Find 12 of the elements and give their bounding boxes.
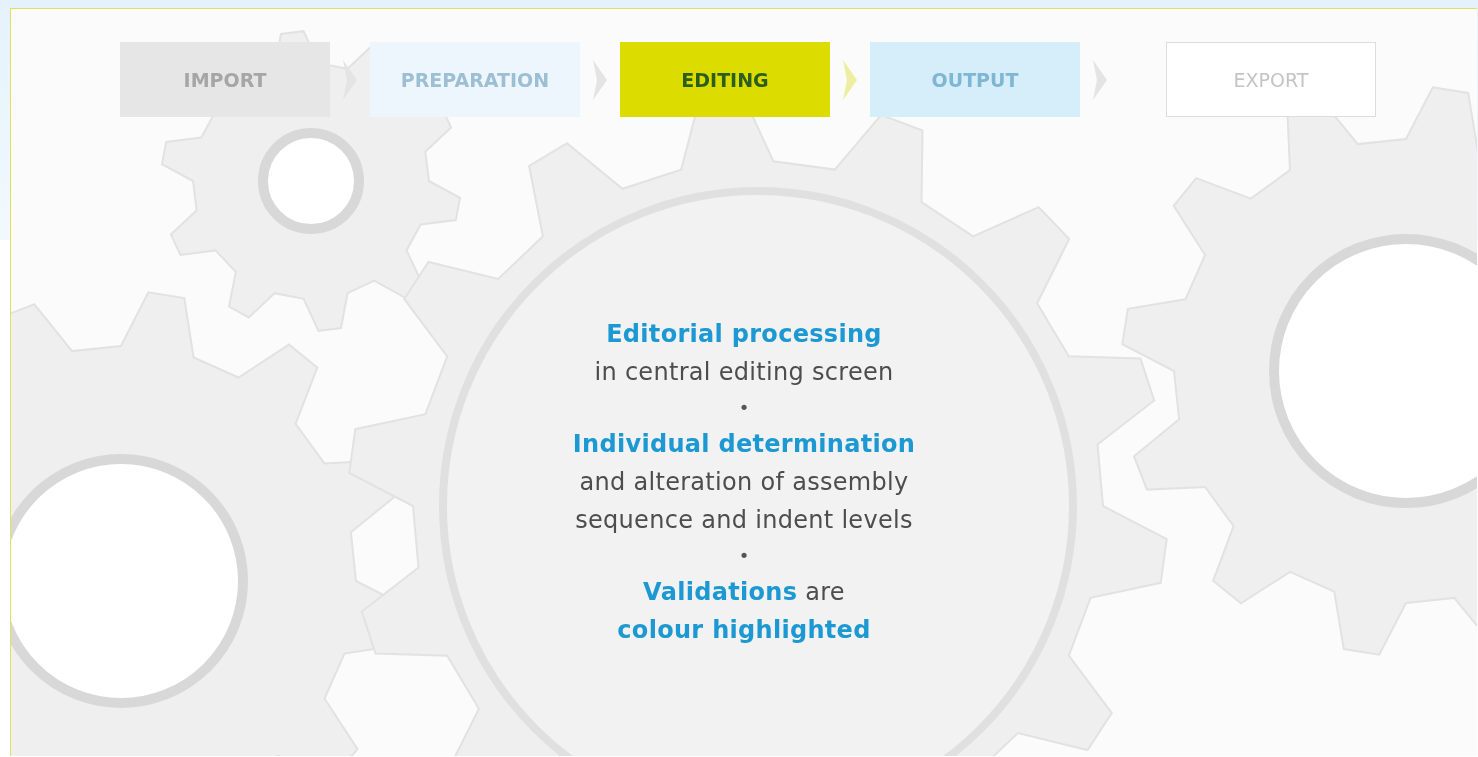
chevron-icon: [343, 59, 357, 100]
step-tab[interactable]: EXPORT: [1166, 42, 1376, 117]
description-text: Individual determination and alteration of assembly sequence and indent levels: [572, 429, 916, 536]
description-text: Validations are colour highlighted: [617, 577, 871, 646]
description-text: Editorial processing in central editing screen: [594, 319, 894, 388]
bullet-separator: •: [738, 396, 750, 420]
bullet-separator: •: [738, 544, 750, 568]
step-tab[interactable]: IMPORT: [120, 42, 330, 117]
step-tab[interactable]: PREPARATION: [370, 42, 580, 117]
step-tab[interactable]: OUTPUT: [870, 42, 1080, 117]
step-tab[interactable]: EDITING: [620, 42, 830, 117]
chevron-icon: [843, 59, 857, 100]
